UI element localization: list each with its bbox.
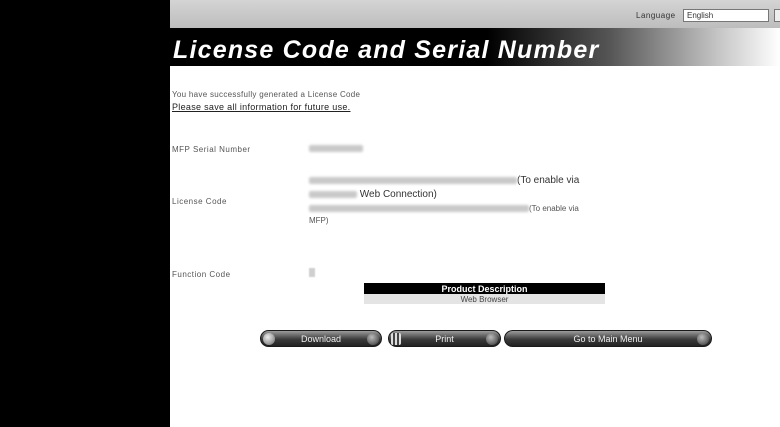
print-button[interactable]: Print <box>388 330 501 347</box>
serial-number-label: MFP Serial Number <box>172 145 251 154</box>
language-select[interactable]: English <box>683 9 769 22</box>
product-table: Product Description Web Browser <box>364 283 605 304</box>
license-code-line-2: Web Connection) <box>309 189 437 200</box>
license-note-2: (To enable via <box>529 204 579 213</box>
top-bar: Language English <box>170 0 780 28</box>
product-table-header: Product Description <box>364 283 605 294</box>
redacted-serial <box>309 144 363 152</box>
page-title: License Code and Serial Number <box>173 36 600 64</box>
license-note-1b: Web Connection) <box>359 189 437 200</box>
license-code-line-3: (To enable via <box>309 204 579 213</box>
function-code-value <box>309 268 315 277</box>
main-menu-button-label: Go to Main Menu <box>573 333 643 344</box>
left-sidebar <box>0 0 170 427</box>
redacted-license-2 <box>309 205 529 213</box>
main-menu-button[interactable]: Go to Main Menu <box>504 330 712 347</box>
print-icon <box>391 333 401 345</box>
license-code-label: License Code <box>172 197 227 206</box>
license-note-2b: MFP) <box>309 216 329 225</box>
download-icon <box>263 333 275 345</box>
license-code-line-1: (To enable via <box>309 175 579 186</box>
function-code-label: Function Code <box>172 270 231 279</box>
save-notice: Please save all information for future u… <box>172 102 351 112</box>
download-button-label: Download <box>300 333 342 344</box>
redacted-license-1b <box>309 190 357 198</box>
language-select-arrow[interactable] <box>774 9 780 22</box>
redacted-license-1 <box>309 176 517 184</box>
license-code-line-4: MFP) <box>309 216 329 225</box>
download-button[interactable]: Download <box>260 330 382 347</box>
language-label: Language <box>636 11 676 20</box>
license-note-1: (To enable via <box>517 175 580 186</box>
serial-number-value <box>309 143 363 154</box>
product-table-row: Web Browser <box>364 294 605 304</box>
button-cap-icon <box>367 333 379 345</box>
main-content: Language English License Code and Serial… <box>170 0 780 427</box>
title-banner: License Code and Serial Number <box>170 28 780 66</box>
success-message: You have successfully generated a Licens… <box>172 90 361 99</box>
print-button-label: Print <box>435 333 454 344</box>
button-cap-icon <box>486 333 498 345</box>
button-cap-icon <box>697 333 709 345</box>
